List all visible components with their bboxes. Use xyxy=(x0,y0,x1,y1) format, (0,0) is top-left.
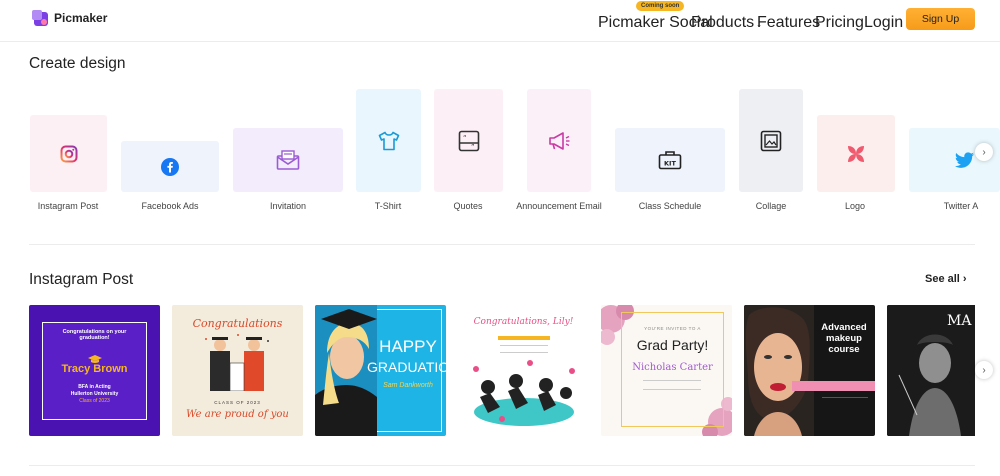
card-subtext xyxy=(500,345,548,353)
megaphone-icon xyxy=(549,131,570,150)
tile-label-instagram-post: Instagram Post xyxy=(37,201,99,211)
chevron-right-icon: › xyxy=(982,146,986,158)
card-heading: Grad Party! xyxy=(636,337,709,353)
tile-tshirt[interactable] xyxy=(356,89,421,192)
card-heading1: Advanced xyxy=(821,322,867,333)
template-card-black-white[interactable]: MA xyxy=(887,305,975,436)
instagram-carousel-next-button[interactable]: › xyxy=(975,361,993,379)
svg-text:”: ” xyxy=(471,143,475,151)
template-card-graduation-purple[interactable]: Congratulations on your graduation! Trac… xyxy=(29,305,160,436)
tile-class-schedule[interactable]: KIT xyxy=(615,128,725,192)
card-line1: BFA in Acting xyxy=(78,384,111,390)
tile-label-logo: Logo xyxy=(844,201,866,211)
nav-login[interactable]: Login xyxy=(864,14,903,32)
template-card-congratulations-lily[interactable]: Congratulations, Lily! xyxy=(458,305,589,436)
tile-label-twitter: Twitter A xyxy=(943,201,979,211)
chevron-right-icon: › xyxy=(962,273,967,285)
nav-features[interactable]: Features xyxy=(757,14,820,32)
celebrating-graduates-illustration xyxy=(473,360,575,426)
card-heading: Congratulations xyxy=(192,317,283,330)
tile-logo[interactable] xyxy=(817,115,895,192)
tile-facebook-ads[interactable] xyxy=(121,141,219,192)
card-pink-band xyxy=(792,381,875,391)
nav-products[interactable]: Products ⌄ xyxy=(691,14,762,32)
envelope-icon xyxy=(276,150,300,170)
tile-instagram-post[interactable] xyxy=(30,115,107,192)
card-details xyxy=(822,397,868,417)
template-card-congratulations[interactable]: Congratulations CLASS OF 2023 We are pro… xyxy=(172,305,303,436)
tile-label-invitation: Invitation xyxy=(269,201,307,211)
collage-icon xyxy=(760,130,782,151)
see-all-link[interactable]: See all › xyxy=(925,273,967,285)
grad-cap-icon xyxy=(88,351,102,363)
card-line3: Class of 2023 xyxy=(79,398,110,404)
section-divider xyxy=(29,244,975,245)
svg-text:KIT: KIT xyxy=(664,160,676,168)
tile-announcement-email[interactable] xyxy=(527,89,591,192)
section-divider-bottom xyxy=(29,465,975,466)
kit-icon: KIT xyxy=(658,151,682,170)
instagram-post-title: Instagram Post xyxy=(29,271,134,288)
card-small-text: YOU'RE INVITED TO A xyxy=(644,326,701,331)
card-name: Tracy Brown xyxy=(61,363,128,375)
card-banner xyxy=(498,336,550,340)
create-design-title: Create design xyxy=(29,55,126,72)
logo[interactable]: Picmaker xyxy=(31,9,107,27)
tile-quotes[interactable]: “” xyxy=(434,89,503,192)
template-card-grad-party[interactable]: YOU'RE INVITED TO A Grad Party! Nicholas… xyxy=(601,305,732,436)
quote-icon: “” xyxy=(458,130,479,151)
tile-label-facebook-ads: Facebook Ads xyxy=(141,201,199,211)
graduates-illustration xyxy=(205,334,269,391)
nav-products-label: Products xyxy=(691,14,755,31)
tshirt-icon xyxy=(378,131,399,150)
logo-text: Picmaker xyxy=(54,11,108,25)
card-heading3: course xyxy=(828,344,860,355)
nav-pricing[interactable]: Pricing xyxy=(815,14,864,32)
card-name: Nicholas Carter xyxy=(632,362,713,373)
design-carousel-next-button[interactable]: › xyxy=(975,143,993,161)
tile-label-quotes: Quotes xyxy=(453,201,483,211)
tile-label-collage: Collage xyxy=(755,201,787,211)
tile-label-announcement-email: Announcement Email xyxy=(516,201,602,211)
card-line2: We are proud of you xyxy=(186,409,289,420)
signup-button[interactable]: Sign Up xyxy=(906,8,975,30)
twitter-icon xyxy=(955,151,975,168)
model-photo xyxy=(744,305,814,436)
card-line1: CLASS OF 2023 xyxy=(214,400,261,405)
card-heading: Congratulations, Lily! xyxy=(473,317,574,327)
top-nav: Picmaker Coming soon Picmaker Social Pro… xyxy=(0,0,1000,42)
coming-soon-badge: Coming soon xyxy=(636,1,685,11)
tile-label-class-schedule: Class Schedule xyxy=(638,201,702,211)
card-line2: Hullerton University xyxy=(70,391,119,397)
template-card-happy-graduation[interactable]: HAPPY GRADUATION Sam Dankworth xyxy=(315,305,446,436)
tile-invitation[interactable] xyxy=(233,128,343,192)
card-heading: Congratulations on your graduation! xyxy=(62,329,127,341)
card-heading2: GRADUATION xyxy=(367,359,446,375)
card-details xyxy=(643,380,701,390)
card-name: Sam Dankworth xyxy=(383,382,433,389)
card-heading2: makeup xyxy=(826,333,862,344)
chevron-right-icon: › xyxy=(982,364,986,376)
instagram-icon xyxy=(60,145,77,162)
picmaker-logo-icon xyxy=(31,9,49,27)
tile-collage[interactable] xyxy=(739,89,803,192)
card-heading: MA xyxy=(947,313,972,329)
card-frame: Congratulations on your graduation! Trac… xyxy=(42,322,147,420)
facebook-icon xyxy=(161,157,179,176)
template-card-makeup-course[interactable]: Advanced makeup course xyxy=(744,305,875,436)
logo-icon xyxy=(848,145,864,162)
svg-text:“: “ xyxy=(463,134,467,142)
card-heading1: HAPPY xyxy=(379,337,437,356)
tile-label-tshirt: T-Shirt xyxy=(374,201,402,211)
see-all-label: See all xyxy=(925,273,960,285)
